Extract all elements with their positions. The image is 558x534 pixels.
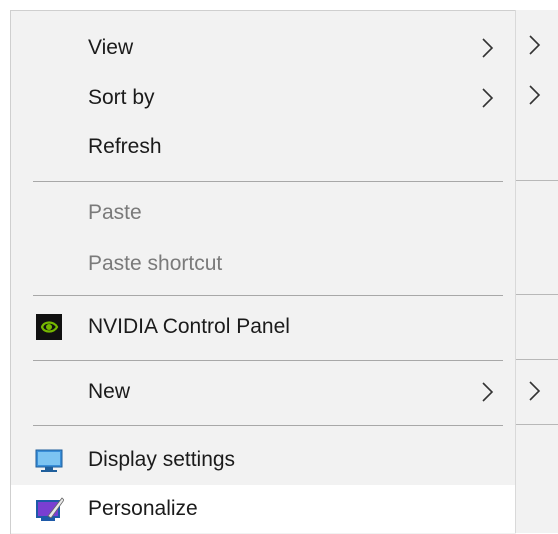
menu-separator (33, 295, 503, 296)
menu-separator (33, 425, 503, 426)
menu-separator (33, 360, 503, 361)
chevron-right-icon (529, 35, 541, 55)
menu-item-paste-shortcut-label: Paste shortcut (88, 252, 223, 275)
menu-item-new[interactable]: New (11, 368, 516, 416)
chevron-right-icon (482, 38, 494, 58)
menu-separator (516, 359, 558, 360)
chevron-right-icon (529, 381, 541, 401)
adjacent-menu-panel (515, 10, 558, 533)
menu-item-display-settings[interactable]: Display settings (11, 436, 516, 484)
menu-item-personalize[interactable]: Personalize (11, 485, 516, 533)
desktop-context-menu: View Sort by Refresh Paste Paste shortcu… (10, 10, 516, 534)
menu-item-nvidia-label: NVIDIA Control Panel (88, 315, 290, 338)
menu-item-display-settings-label: Display settings (88, 448, 236, 471)
menu-item-refresh[interactable]: Refresh (11, 123, 516, 171)
chevron-right-icon (482, 382, 494, 402)
menu-separator (33, 181, 503, 182)
menu-item-view[interactable]: View (11, 24, 516, 72)
menu-item-sort-by[interactable]: Sort by (11, 74, 516, 122)
chevron-right-icon (529, 85, 541, 105)
desktop: { "context_menu": { "items": [ { "label"… (0, 0, 558, 534)
menu-item-paste-label: Paste (88, 201, 142, 224)
menu-separator (516, 294, 558, 295)
menu-item-paste-shortcut: Paste shortcut (11, 240, 516, 288)
menu-item-paste: Paste (11, 189, 516, 237)
menu-item-personalize-label: Personalize (88, 497, 198, 520)
menu-item-view-label: View (88, 36, 134, 59)
display-settings-icon (35, 449, 63, 472)
menu-item-sort-by-label: Sort by (88, 86, 155, 109)
menu-item-refresh-label: Refresh (88, 135, 162, 158)
menu-separator (516, 180, 558, 181)
personalize-icon (36, 497, 64, 521)
menu-separator (516, 424, 558, 425)
chevron-right-icon (482, 88, 494, 108)
menu-item-nvidia-control-panel[interactable]: NVIDIA Control Panel (11, 303, 516, 351)
menu-item-new-label: New (88, 380, 131, 403)
nvidia-icon (36, 314, 62, 340)
